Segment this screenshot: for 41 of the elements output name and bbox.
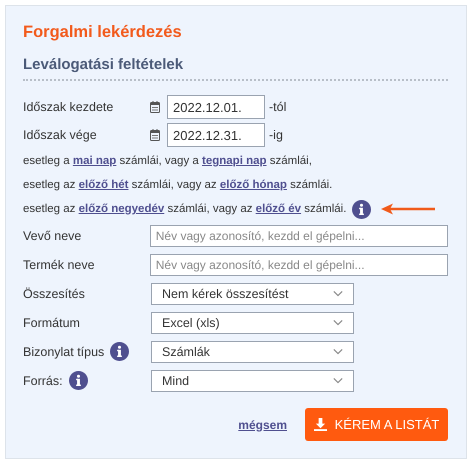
page-title: Forgalmi lekérdezés: [23, 23, 183, 42]
field-label: Formátum: [23, 316, 80, 330]
download-icon: [314, 418, 327, 431]
select-field[interactable]: Számlák: [151, 340, 354, 362]
chevron-icon: [333, 348, 343, 355]
select-field[interactable]: Mind: [151, 370, 354, 392]
text-field[interactable]: Név vagy azonosító, kezdd el gépelni...: [150, 224, 448, 246]
field-label: Bizonylat típus: [23, 344, 104, 358]
chevron-icon: [333, 377, 343, 384]
chevron-icon: [333, 319, 343, 326]
period-sentence: esetleg a mai nap számlái, vagy a tegnapi nap számlái,: [23, 155, 312, 167]
info-icon[interactable]: [352, 200, 372, 218]
date-field[interactable]: 2022.12.01.: [167, 95, 265, 119]
section-title: Leválogatási feltételek: [23, 56, 184, 73]
period-link[interactable]: előző év: [256, 203, 302, 215]
date-suffix: -tól: [269, 100, 286, 114]
period-link[interactable]: előző negyedév: [78, 203, 164, 215]
period-link[interactable]: előző hét: [78, 179, 128, 191]
date-field[interactable]: 2022.12.31.: [167, 123, 265, 147]
info-icon[interactable]: [68, 371, 88, 390]
info-icon[interactable]: [110, 342, 130, 361]
chevron-icon: [333, 290, 343, 297]
text-field[interactable]: Név vagy azonosító, kezdd el gépelni...: [150, 254, 448, 276]
period-link[interactable]: előző hónap: [220, 179, 287, 191]
field-label: Összesítés: [23, 286, 85, 300]
select-field[interactable]: Excel (xls): [151, 312, 354, 334]
period-sentence: esetleg az előző negyedév számlái, vagy az előző év számlái.: [23, 203, 346, 215]
date-suffix: -ig: [269, 128, 283, 142]
arrow-icon: [381, 203, 436, 215]
period-link[interactable]: mai nap: [72, 155, 116, 167]
cancel-link[interactable]: mégsem: [238, 418, 287, 432]
calendar-icon[interactable]: [150, 101, 160, 113]
field-label: Termék neve: [23, 258, 95, 272]
period-link[interactable]: tegnapi nap: [202, 155, 267, 167]
period-sentence: esetleg az előző hét számlái, vagy az előző hónap számlái.: [23, 179, 332, 191]
select-field[interactable]: Nem kérek összesítést: [151, 282, 354, 304]
field-label: Vevő neve: [23, 228, 82, 242]
field-label: Forrás:: [23, 374, 63, 388]
field-label: Időszak kezdete: [23, 100, 114, 114]
calendar-icon[interactable]: [150, 129, 160, 141]
field-label: Időszak vége: [23, 128, 98, 142]
